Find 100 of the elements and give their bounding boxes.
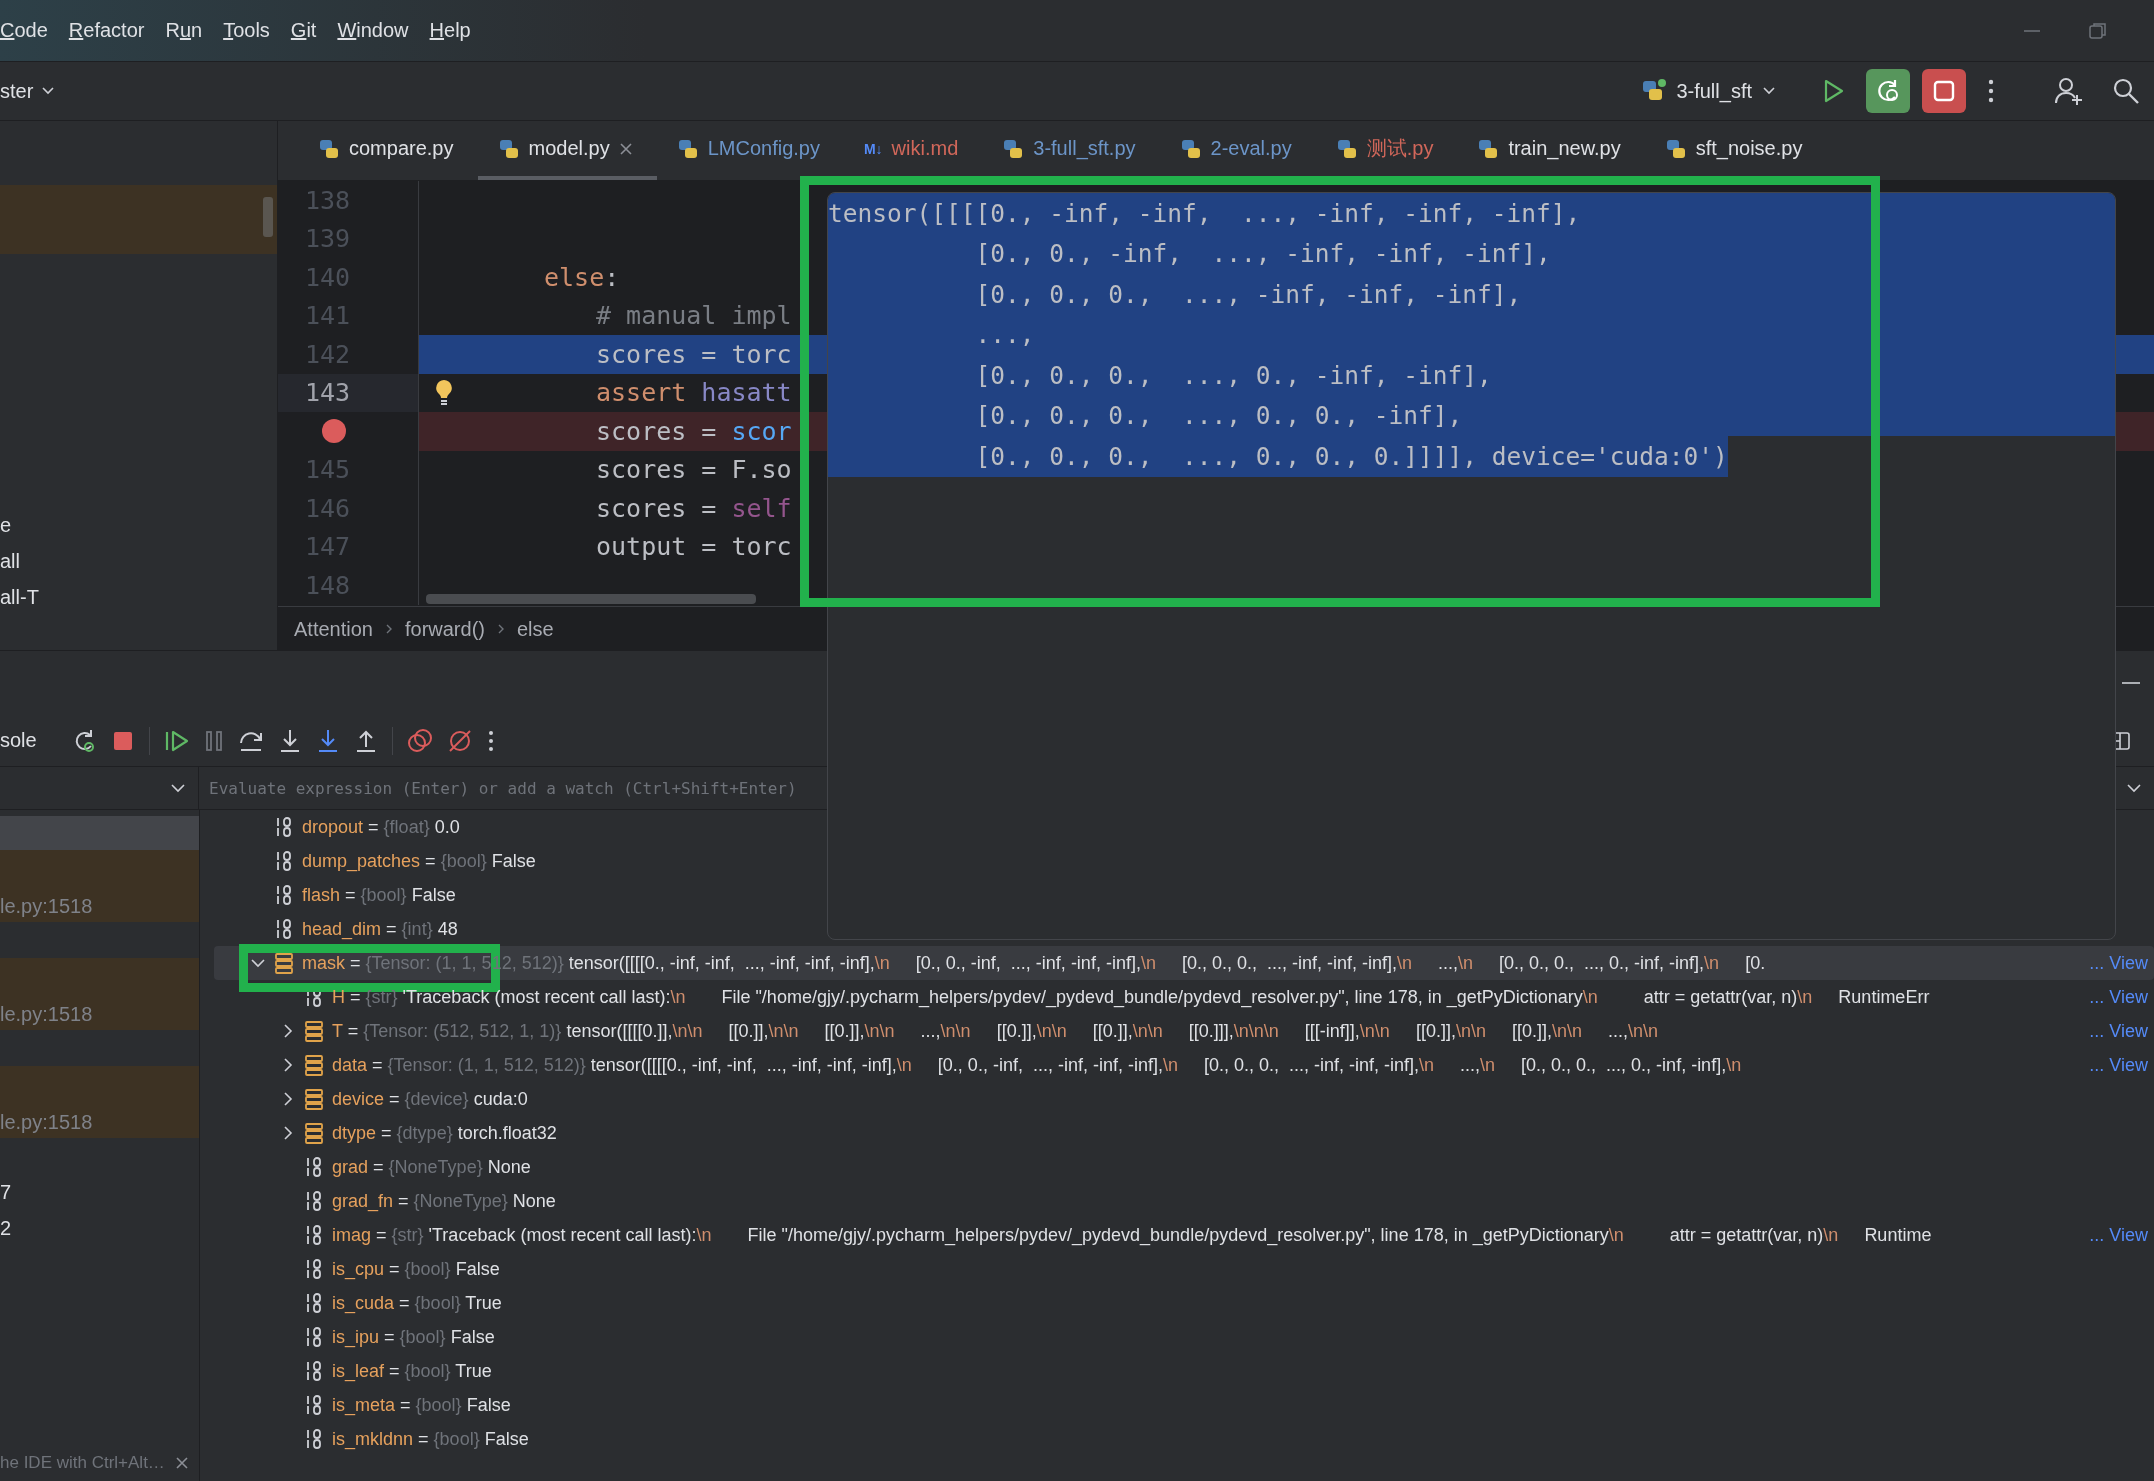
- variable-row[interactable]: dump_patches = {bool} False: [200, 844, 2154, 878]
- editor-tab[interactable]: 2-eval.py: [1159, 121, 1316, 180]
- editor-tab[interactable]: train_new.py: [1457, 121, 1645, 180]
- view-link[interactable]: ... View: [2089, 1054, 2148, 1076]
- menu-item[interactable]: Help: [429, 19, 471, 42]
- chevron-icon[interactable]: [41, 86, 56, 96]
- evaluate-field[interactable]: Evaluate expression (Enter) or add a watch (Ctrl+Shift+Enter): [199, 767, 2114, 809]
- menu-item[interactable]: Run: [165, 19, 203, 42]
- code-line: scores = self: [595, 493, 792, 523]
- binary-icon: [304, 1326, 324, 1348]
- close-icon[interactable]: [618, 141, 633, 156]
- variable-entry: is_cpu = {bool} False: [332, 1258, 500, 1280]
- tensor-text: [0., 0., 0., ..., 0., -inf, -inf],: [974, 359, 1492, 392]
- chevron-icon[interactable]: [1762, 86, 1776, 96]
- variable-row[interactable]: T = {Tensor: (512, 512, 1, 1)} tensor([[[[0.]],\n\n [[0.]],\n\n [[0.]],\n\n ...,\n\n [[0.]],\n\n [[0.]],\n\n [[0.]]],\n\n\n [[[-inf]],\n\n [[0.]],\n\n [[0.]],\n\n ...,\n\n ... View: [200, 1014, 2154, 1048]
- variable-entry: dropout = {float} 0.0: [302, 816, 460, 838]
- binary-icon: [304, 1258, 324, 1280]
- breadcrumb-item[interactable]: forward(): [404, 617, 485, 641]
- variable-row[interactable]: is_cuda = {bool} True: [200, 1286, 2154, 1320]
- variable-row[interactable]: flash = {bool} False: [200, 878, 2154, 912]
- search-icon[interactable]: [2112, 77, 2140, 105]
- code-line: assert hasatt: [595, 378, 792, 408]
- code-line: # manual impl: [595, 301, 792, 331]
- variable-row[interactable]: is_meta = {bool} False: [200, 1388, 2154, 1422]
- variable-row[interactable]: is_leaf = {bool} True: [200, 1354, 2154, 1388]
- breakpoint-icon[interactable]: [321, 418, 347, 445]
- view-link[interactable]: ... View: [2089, 1224, 2148, 1246]
- chevron-icon: [496, 623, 505, 635]
- restore-icon[interactable]: [2088, 20, 2108, 41]
- menu-item[interactable]: Git: [290, 19, 317, 42]
- menu-item[interactable]: Window: [337, 19, 409, 42]
- breadcrumb-item[interactable]: Attention: [294, 617, 373, 641]
- scrollbar-thumb[interactable]: [426, 594, 756, 604]
- binary-icon: [274, 884, 294, 906]
- variable-entry: is_ipu = {bool} False: [332, 1326, 495, 1348]
- variable-row[interactable]: grad_fn = {NoneType} None: [200, 1184, 2154, 1218]
- stack-icon: [274, 952, 294, 974]
- variable-row[interactable]: is_ipu = {bool} False: [200, 1320, 2154, 1354]
- variable-entry: imag = {str} 'Traceback (most recent call last):\n File "/home/gjy/.pycharm_helpers/pydev/_pydevd_bundle/pydevd_resolver.py", line 178, in _getPyDictionary\n attr = getattr(var, n)\n Runtime: [332, 1224, 1932, 1246]
- scrollbar-thumb[interactable]: [263, 197, 273, 237]
- breakpoints-icon[interactable]: [406, 727, 433, 754]
- console-tab[interactable]: sole: [0, 729, 37, 752]
- frame-label[interactable]: 2: [0, 1216, 12, 1240]
- menu-item[interactable]: Tools: [223, 19, 270, 42]
- variable-row[interactable]: is_cpu = {bool} False: [200, 1252, 2154, 1286]
- stack-icon: [304, 1088, 324, 1110]
- editor-tab[interactable]: 3-full_sft.py: [982, 121, 1160, 180]
- editor-tab[interactable]: LMConfig.py: [656, 121, 844, 180]
- python-icon: [497, 137, 520, 160]
- code-line: scores = F.so: [595, 455, 792, 485]
- view-link[interactable]: ... View: [2089, 986, 2148, 1008]
- branch-selector[interactable]: ster: [0, 79, 56, 103]
- project-tree-item[interactable]: all: [0, 548, 277, 574]
- more-icon[interactable]: [486, 728, 495, 753]
- editor-tab[interactable]: model.py: [477, 121, 657, 180]
- binary-icon: [304, 1292, 324, 1314]
- variable-row[interactable]: is_mkldnn = {bool} False: [200, 1422, 2154, 1456]
- variable-row[interactable]: grad = {NoneType} None: [200, 1150, 2154, 1184]
- minimize-icon[interactable]: [2122, 681, 2140, 685]
- resume-icon[interactable]: [163, 728, 190, 753]
- chevron-icon[interactable]: [170, 783, 186, 793]
- variable-row[interactable]: imag = {str} 'Traceback (most recent call last):\n File "/home/gjy/.pycharm_helpers/pydev/_pydevd_bundle/pydevd_resolver.py", line 178, in _getPyDictionary\n attr = getattr(var, n)\n Runtime ... View: [200, 1218, 2154, 1252]
- run-config-selector[interactable]: 3-full_sft: [1640, 78, 1776, 104]
- variable-row[interactable]: H = {str} 'Traceback (most recent call last):\n File "/home/gjy/.pycharm_helpers/pydev/_pydevd_bundle/pydevd_resolver.py", line 178, in _getPyDictionary\n attr = getattr(var, n)\n RuntimeErr ... View: [200, 980, 2154, 1014]
- variable-row[interactable]: head_dim = {int} 48: [200, 912, 2154, 946]
- variable-entry: data = {Tensor: (1, 1, 512, 512)} tensor([[[[0., -inf, -inf, ..., -inf, -inf, -inf],\n [0., 0., -inf, ..., -inf, -inf, -inf],\n [0., 0., 0., ..., -inf, -inf, -inf],\n ...,\n [0., 0., 0., ..., 0., -inf, -inf],\n: [332, 1054, 1743, 1076]
- frame-label[interactable]: 7: [0, 1180, 12, 1204]
- variable-entry: is_cuda = {bool} True: [332, 1292, 502, 1314]
- chevron-icon[interactable]: [2126, 783, 2142, 793]
- variable-row[interactable]: device = {device} cuda:0: [200, 1082, 2154, 1116]
- project-tree-item[interactable]: e: [0, 512, 277, 538]
- editor-tab[interactable]: 测试.py: [1315, 121, 1458, 180]
- pause-icon[interactable]: [203, 728, 224, 753]
- variable-entry: dtype = {dtype} torch.float32: [332, 1122, 557, 1144]
- stop-button[interactable]: [1922, 69, 1966, 113]
- editor-tab[interactable]: sft_noise.py: [1644, 121, 1827, 180]
- stop-icon[interactable]: [1931, 78, 1957, 104]
- view-link[interactable]: ... View: [2089, 1020, 2148, 1042]
- tensor-text: ...,: [974, 319, 1035, 352]
- more-icon[interactable]: [1986, 78, 1996, 104]
- variable-row[interactable]: dropout = {float} 0.0: [200, 810, 2154, 844]
- breadcrumb-item[interactable]: else: [516, 617, 554, 641]
- debug-button[interactable]: [1866, 69, 1910, 113]
- lightbulb-icon[interactable]: [434, 378, 454, 407]
- variable-row[interactable]: [214, 946, 2154, 980]
- python-icon: [1335, 137, 1358, 160]
- close-icon[interactable]: [174, 1456, 189, 1470]
- project-tree-item[interactable]: all-T: [0, 584, 277, 610]
- editor-tab[interactable]: compare.py: [298, 121, 478, 180]
- menu-item[interactable]: Refactor: [68, 19, 145, 42]
- python-icon: [1664, 137, 1687, 160]
- add-user-icon[interactable]: [2054, 76, 2084, 106]
- tensor-text: [0., 0., 0., ..., -inf, -inf, -inf],: [974, 278, 1522, 311]
- variable-row[interactable]: dtype = {dtype} torch.float32: [200, 1116, 2154, 1150]
- editor-tab[interactable]: M↓ wiki.md: [843, 121, 983, 180]
- variable-entry: H = {str} 'Traceback (most recent call last):\n File "/home/gjy/.pycharm_helpers/pydev/_pydevd_bundle/pydevd_resolver.py", line 178, in _getPyDictionary\n attr = getattr(var, n)\n RuntimeErr: [332, 986, 1930, 1008]
- tensor-text: [0., 0., 0., ..., 0., 0., 0.]]]], device='cuda:0'): [828, 436, 1728, 477]
- menu-item[interactable]: Code: [0, 19, 48, 42]
- stack-icon: [304, 1020, 324, 1042]
- binary-icon: [274, 918, 294, 940]
